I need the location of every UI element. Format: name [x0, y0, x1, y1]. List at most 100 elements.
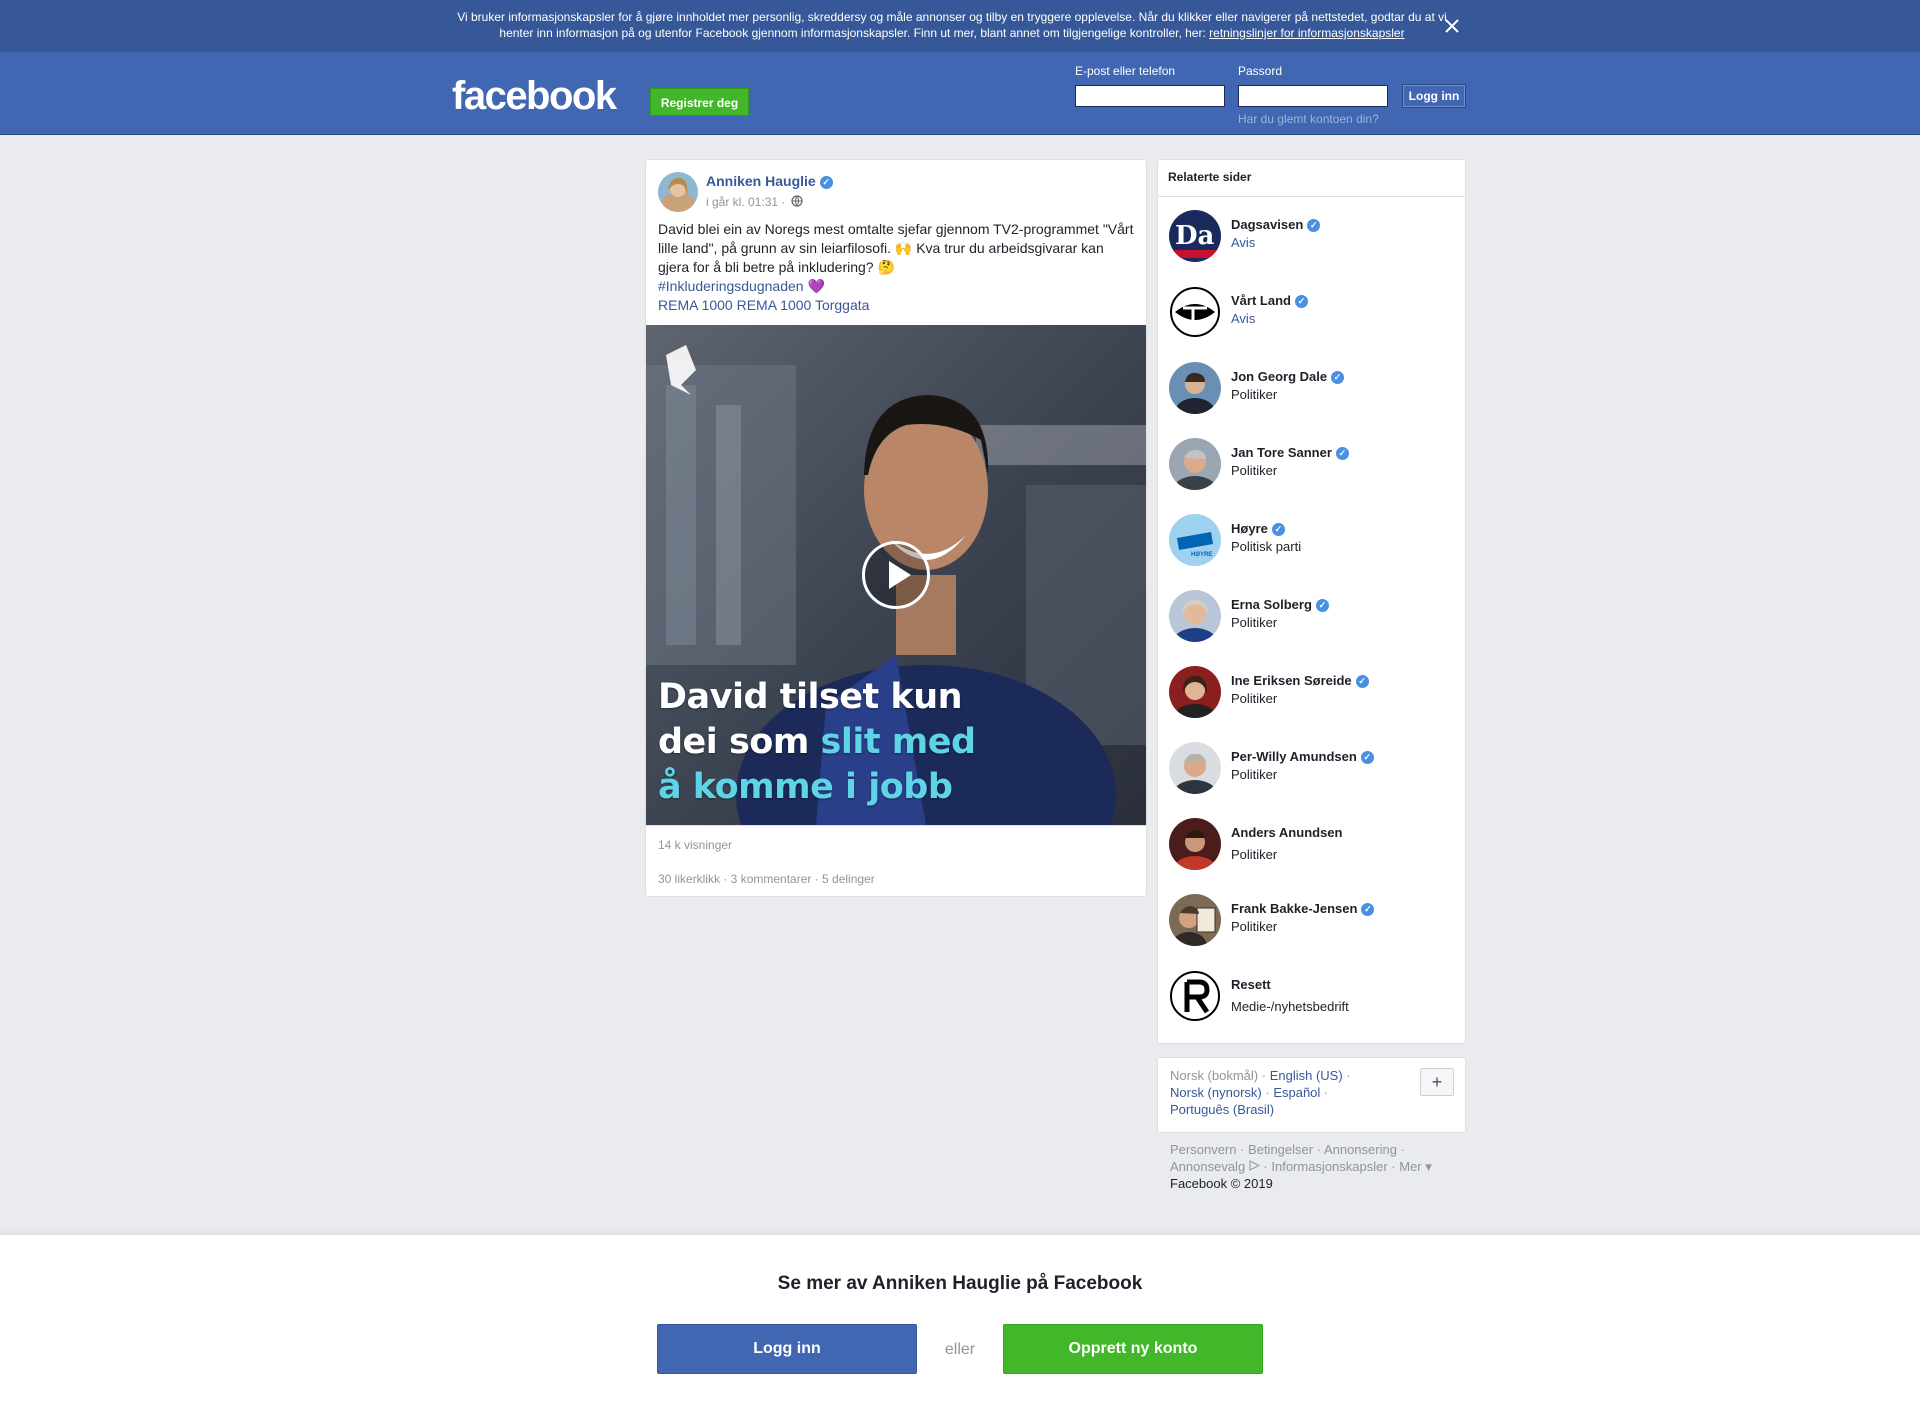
erna-solberg-avatar[interactable] [1169, 590, 1221, 642]
verified-badge-icon: ✓ [1335, 447, 1349, 461]
related-pages-panel: Relaterte sider Da Dagsavisen ✓ Avis Vårt… [1157, 159, 1466, 1044]
related-page-name: Per-Willy Amundsen ✓ [1231, 749, 1374, 765]
verified-badge-icon: ✓ [1271, 523, 1285, 537]
post-meta: i går kl. 01:31 · [706, 195, 803, 210]
advertising-link[interactable]: Annonsering [1324, 1142, 1397, 1157]
post-divider [646, 825, 1146, 826]
related-page-item[interactable]: Per-Willy Amundsen ✓ Politiker [1158, 742, 1465, 812]
related-page-item[interactable]: Anders Anundsen Politiker [1158, 818, 1465, 888]
copyright: Facebook © 2019 [1170, 1176, 1273, 1191]
email-field-label: E-post eller telefon [1075, 64, 1176, 78]
video-caption-line-3: å komme i jobb [658, 767, 953, 807]
video-caption: David tilset kun dei som slit med å komm… [658, 675, 976, 810]
related-page-category: Politiker [1231, 767, 1278, 782]
terms-link[interactable]: Betingelser [1248, 1142, 1313, 1157]
related-page-category: Politiker [1231, 463, 1278, 478]
author-avatar[interactable] [658, 172, 698, 212]
ine-eriksen-soreide-avatar[interactable] [1169, 666, 1221, 718]
related-page-name-label: Erna Solberg [1231, 597, 1312, 612]
bottom-login-button[interactable]: Logg inn [657, 1324, 917, 1374]
globe-icon [791, 195, 803, 210]
more-languages-button[interactable]: + [1420, 1068, 1454, 1096]
hashtag-link[interactable]: #Inkluderingsdugnaden 💜 [658, 277, 1136, 296]
related-page-name: Vårt Land ✓ [1231, 293, 1308, 309]
related-pages-divider [1158, 196, 1465, 197]
related-page-name-label: Vårt Land [1231, 293, 1291, 308]
related-page-name: Frank Bakke-Jensen ✓ [1231, 901, 1375, 917]
post-body: David blei ein av Noregs mest omtalte sj… [658, 220, 1136, 315]
login-button[interactable]: Logg inn [1402, 84, 1466, 108]
footer-links: Personvern · Betingelser · Annonsering ·… [1170, 1142, 1432, 1191]
cookie-policy-link[interactable]: retningslinjer for informasjonskapsler [1209, 26, 1404, 40]
related-page-item[interactable]: Erna Solberg ✓ Politiker [1158, 590, 1465, 660]
related-page-name-label: Jan Tore Sanner [1231, 445, 1332, 460]
related-page-name: Ine Eriksen Søreide ✓ [1231, 673, 1369, 689]
related-page-item[interactable]: Resett Medie-/nyhetsbedrift [1158, 970, 1465, 1040]
video-player[interactable]: David tilset kun dei som slit med å komm… [646, 325, 1146, 825]
verified-badge-icon: ✓ [1360, 751, 1374, 765]
register-button[interactable]: Registrer deg [650, 88, 749, 116]
hoyre-avatar[interactable]: HØYRE [1169, 514, 1221, 566]
dagsavisen-avatar[interactable]: Da [1169, 210, 1221, 262]
play-button-icon[interactable] [862, 541, 930, 609]
related-page-item[interactable]: Jan Tore Sanner ✓ Politiker [1158, 438, 1465, 508]
language-portugues-link[interactable]: Português (Brasil) [1170, 1102, 1274, 1117]
related-page-item[interactable]: Jon Georg Dale ✓ Politiker [1158, 362, 1465, 432]
tagged-pages-link[interactable]: REMA 1000 REMA 1000 Torggata [658, 296, 1136, 315]
related-page-name: Dagsavisen ✓ [1231, 217, 1321, 233]
jan-tore-sanner-avatar[interactable] [1169, 438, 1221, 490]
post-author-label: Anniken Hauglie [706, 173, 816, 189]
related-page-name-label: Anders Anundsen [1231, 825, 1343, 840]
close-icon[interactable] [1440, 14, 1464, 38]
language-english-link[interactable]: English (US) [1270, 1068, 1343, 1083]
ad-choices-icon [1249, 1159, 1260, 1174]
cookie-banner-text: Vi bruker informasjonskapsler for å gjør… [452, 9, 1452, 41]
forgot-account-link[interactable]: Har du glemt kontoen din? [1238, 112, 1379, 126]
related-page-item[interactable]: Ine Eriksen Søreide ✓ Politiker [1158, 666, 1465, 736]
svg-text:Da: Da [1175, 221, 1215, 251]
verified-badge-icon: ✓ [1361, 903, 1375, 917]
post-timestamp[interactable]: i går kl. 01:31 · [706, 195, 785, 209]
related-page-name-label: Ine Eriksen Søreide [1231, 673, 1352, 688]
password-field[interactable] [1238, 85, 1388, 107]
related-page-name: Jon Georg Dale ✓ [1231, 369, 1345, 385]
video-caption-line-1: David tilset kun [658, 677, 963, 717]
engagement-stats[interactable]: 30 likerklikk · 3 kommentarer · 5 deling… [658, 872, 875, 886]
related-page-name-label: Høyre [1231, 521, 1268, 536]
related-page-category[interactable]: Avis [1231, 311, 1255, 326]
more-link[interactable]: Mer [1399, 1159, 1421, 1174]
related-page-name-label: Jon Georg Dale [1231, 369, 1328, 384]
related-page-name: Høyre ✓ [1231, 521, 1285, 537]
verified-badge-icon: ✓ [819, 175, 833, 189]
post-author-name[interactable]: Anniken Hauglie ✓ [706, 173, 833, 189]
email-field[interactable] [1075, 85, 1225, 107]
related-page-category[interactable]: Avis [1231, 235, 1255, 250]
post-message: David blei ein av Noregs mest omtalte sj… [658, 221, 1134, 275]
related-page-name: Erna Solberg ✓ [1231, 597, 1329, 613]
related-page-item[interactable]: HØYRE Høyre ✓ Politisk parti [1158, 514, 1465, 584]
ad-choices-link[interactable]: Annonsevalg [1170, 1159, 1245, 1174]
language-nynorsk-link[interactable]: Norsk (nynorsk) [1170, 1085, 1262, 1100]
vart-land-avatar[interactable] [1169, 286, 1221, 338]
chevron-down-icon: ▾ [1421, 1159, 1432, 1174]
jon-georg-dale-avatar[interactable] [1169, 362, 1221, 414]
cookies-link[interactable]: Informasjonskapsler [1271, 1159, 1387, 1174]
privacy-link[interactable]: Personvern [1170, 1142, 1236, 1157]
frank-bakke-jensen-avatar[interactable] [1169, 894, 1221, 946]
anders-anundsen-avatar[interactable] [1169, 818, 1221, 870]
related-page-item[interactable]: Da Dagsavisen ✓ Avis [1158, 210, 1465, 280]
language-espanol-link[interactable]: Español [1273, 1085, 1320, 1100]
facebook-logo[interactable]: facebook [452, 74, 617, 119]
video-caption-line-2: dei som slit med [658, 720, 976, 765]
related-page-category: Medie-/nyhetsbedrift [1231, 999, 1349, 1014]
resett-avatar[interactable] [1169, 970, 1221, 1022]
related-page-item[interactable]: Frank Bakke-Jensen ✓ Politiker [1158, 894, 1465, 964]
create-account-button[interactable]: Opprett ny konto [1003, 1324, 1263, 1374]
related-page-item[interactable]: Vårt Land ✓ Avis [1158, 286, 1465, 356]
per-willy-amundsen-avatar[interactable] [1169, 742, 1221, 794]
related-page-category: Politiker [1231, 919, 1278, 934]
language-current: Norsk (bokmål) · [1170, 1068, 1267, 1083]
language-list: Norsk (bokmål) · English (US) · Norsk (n… [1170, 1068, 1351, 1117]
related-page-name-label: Resett [1231, 977, 1271, 992]
view-count: 14 k visninger [658, 838, 733, 852]
